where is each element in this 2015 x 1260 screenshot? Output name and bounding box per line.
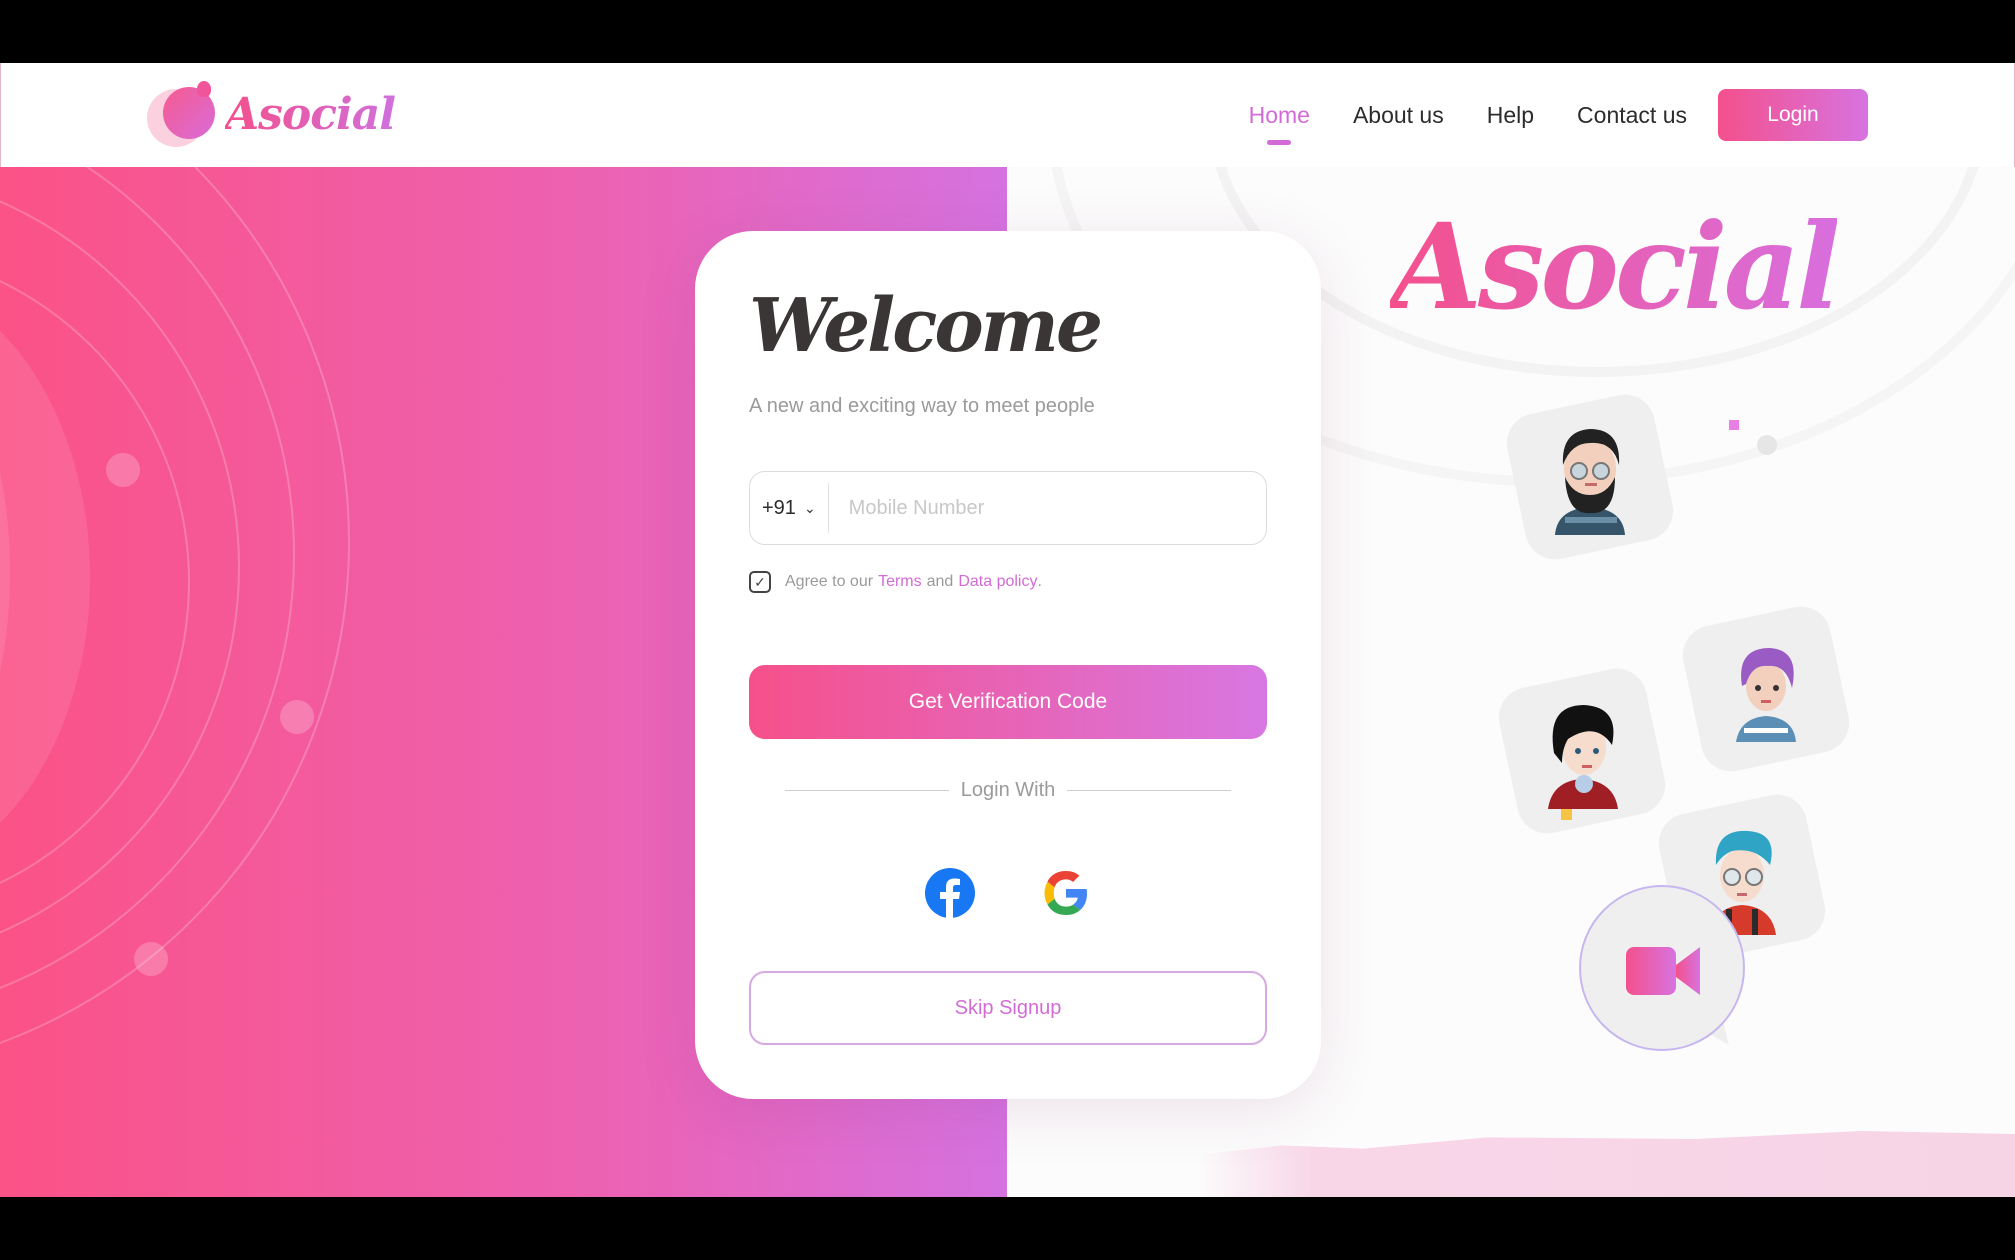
check-icon: ✓ xyxy=(754,573,766,590)
header-login-button[interactable]: Login xyxy=(1718,89,1868,141)
nav-home[interactable]: Home xyxy=(1249,92,1310,145)
agree-and-text: and xyxy=(926,573,954,590)
decor-square xyxy=(1729,420,1739,430)
app-frame: Asocial Home About us Help Contact us Lo… xyxy=(0,63,2015,1197)
country-code-value: +91 xyxy=(762,496,796,519)
avatar-black-hair-woman-icon xyxy=(1548,705,1618,809)
signup-card: Welcome A new and exciting way to meet p… xyxy=(695,231,1321,1099)
divider-line xyxy=(1067,790,1231,791)
divider-line xyxy=(785,790,949,791)
google-icon[interactable] xyxy=(1041,868,1091,918)
agree-terms-row: ✓ Agree to our Terms and Data policy . xyxy=(749,571,1042,593)
agree-suffix-text: . xyxy=(1037,573,1042,590)
decor-dot xyxy=(1757,435,1777,455)
terms-link[interactable]: Terms xyxy=(878,573,922,591)
top-navbar: Asocial Home About us Help Contact us Lo… xyxy=(0,63,2015,167)
decor-brush-stroke xyxy=(1197,1131,2015,1197)
decor-dot xyxy=(1575,775,1593,793)
agree-prefix-text: Agree to our xyxy=(785,573,874,590)
social-login-row xyxy=(695,868,1321,918)
brand-name: Asocial xyxy=(225,88,396,140)
mobile-number-input[interactable] xyxy=(828,478,1266,538)
nav-about-us[interactable]: About us xyxy=(1353,92,1444,139)
country-code-select[interactable]: +91 ⌄ xyxy=(750,483,829,533)
logo-icon xyxy=(147,81,219,147)
agree-checkbox[interactable]: ✓ xyxy=(749,571,771,593)
decor-dot xyxy=(106,453,140,487)
avatar-card xyxy=(1677,601,1855,777)
nav-help[interactable]: Help xyxy=(1487,92,1534,139)
avatar-purple-hair-woman-icon xyxy=(1736,648,1796,742)
data-policy-link[interactable]: Data policy xyxy=(958,573,1037,591)
decor-dot xyxy=(134,942,168,976)
main-nav: Home About us Help Contact us Login xyxy=(1249,89,1868,145)
login-with-divider: Login With xyxy=(785,779,1231,802)
avatar-card xyxy=(1493,663,1671,839)
login-with-label: Login With xyxy=(960,779,1056,801)
decor-square xyxy=(1561,809,1572,820)
avatar-card xyxy=(1501,389,1679,565)
skip-signup-button[interactable]: Skip Signup xyxy=(749,971,1267,1045)
avatar-bearded-man-icon xyxy=(1555,429,1625,535)
card-subtitle: A new and exciting way to meet people xyxy=(749,395,1095,417)
phone-input-group: +91 ⌄ xyxy=(749,471,1267,545)
decor-dot xyxy=(280,700,314,734)
chevron-down-icon: ⌄ xyxy=(803,499,816,516)
video-camera-icon xyxy=(1626,947,1700,995)
hero-brand-title: Asocial xyxy=(1390,197,1841,336)
video-chat-bubble xyxy=(1579,885,1745,1051)
get-verification-code-button[interactable]: Get Verification Code xyxy=(749,665,1267,739)
nav-contact-us[interactable]: Contact us xyxy=(1577,92,1687,139)
card-title: Welcome xyxy=(749,283,1103,369)
brand-logo[interactable]: Asocial xyxy=(147,81,396,147)
decor-ring xyxy=(0,167,350,1077)
facebook-icon[interactable] xyxy=(925,868,975,918)
